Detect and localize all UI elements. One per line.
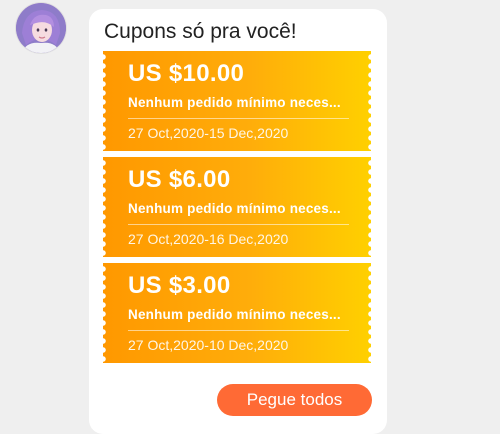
coupon-divider	[128, 118, 349, 119]
coupon-amount: US $10.00	[128, 60, 245, 87]
coupon-amount: US $6.00	[128, 166, 231, 193]
coupon-validity-dates: 27 Oct,2020-16 Dec,2020	[128, 231, 289, 247]
coupon-condition: Nenhum pedido mínimo neces...	[128, 307, 341, 322]
avatar-image	[16, 3, 66, 53]
coupon-card[interactable]: US $10.00 Nenhum pedido mínimo neces... …	[103, 51, 371, 151]
message-title: Cupons só pra você!	[104, 20, 297, 43]
coupon-card[interactable]: US $3.00 Nenhum pedido mínimo neces... 2…	[103, 263, 371, 363]
avatar[interactable]	[16, 3, 66, 53]
coupon-divider	[128, 224, 349, 225]
coupon-message-bubble: Cupons só pra você! US $10.00 Nenhum ped…	[89, 9, 387, 434]
get-all-coupons-button[interactable]: Pegue todos	[217, 384, 372, 416]
coupon-divider	[128, 330, 349, 331]
coupon-validity-dates: 27 Oct,2020-15 Dec,2020	[128, 125, 289, 141]
coupon-validity-dates: 27 Oct,2020-10 Dec,2020	[128, 337, 289, 353]
coupon-amount: US $3.00	[128, 272, 231, 299]
coupon-condition: Nenhum pedido mínimo neces...	[128, 95, 341, 110]
coupon-condition: Nenhum pedido mínimo neces...	[128, 201, 341, 216]
coupon-card[interactable]: US $6.00 Nenhum pedido mínimo neces... 2…	[103, 157, 371, 257]
